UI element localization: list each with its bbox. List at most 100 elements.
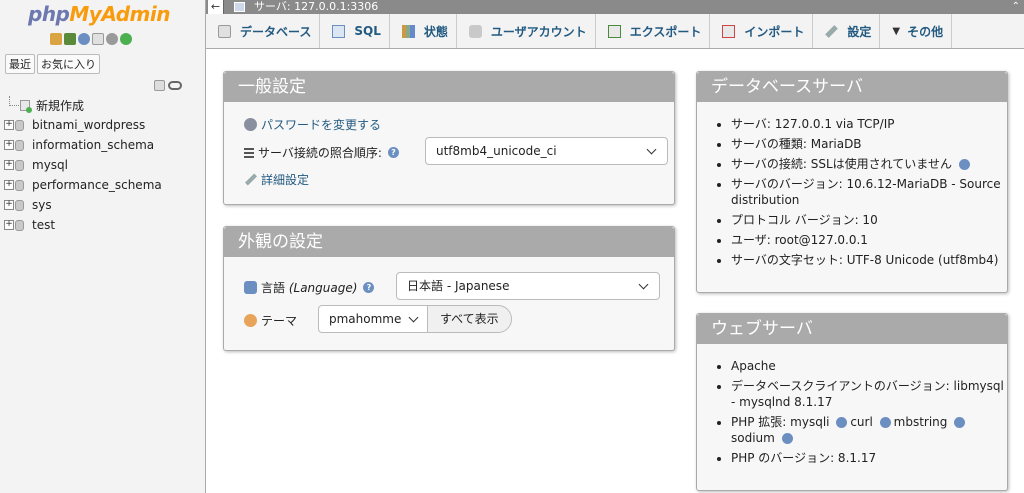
theme-select[interactable]: pmahomme	[318, 305, 428, 333]
language-label: 言語 (Language)	[261, 281, 358, 295]
status-icon	[401, 24, 415, 38]
help-icon[interactable]	[958, 159, 970, 170]
collation-label: サーバ接続の照合順序:	[258, 146, 382, 160]
expand-icon[interactable]: +	[4, 160, 14, 170]
database-icon	[15, 199, 24, 211]
wrench-icon	[825, 24, 839, 38]
tab-settings[interactable]: 設定	[813, 14, 881, 48]
list-item: PHP 拡張: mysqli curl mbstring sodium	[731, 414, 1007, 446]
help-icon[interactable]: ?	[387, 147, 399, 158]
tree-item-label: performance_schema	[32, 178, 162, 192]
tree-item-db[interactable]: + performance_schema	[4, 175, 204, 195]
tab-sql[interactable]: SQL	[320, 14, 390, 48]
database-icon	[15, 219, 24, 231]
expand-icon[interactable]: +	[4, 200, 14, 210]
back-arrow-icon[interactable]: ←	[208, 0, 224, 14]
server-info-list: サーバ: 127.0.0.1 via TCP/IP サーバの種類: MariaD…	[731, 116, 1007, 272]
tree-item-new[interactable]: 新規作成	[4, 95, 204, 115]
tab-import[interactable]: インポート	[710, 14, 814, 48]
tree-item-label: bitnami_wordpress	[32, 118, 146, 132]
appearance-settings-panel: 外観の設定 言語 (Language) ? 日本語 - Japanese テーマ…	[223, 226, 675, 351]
panel-title: データベースサーバ	[697, 72, 1007, 102]
home-icon[interactable]	[50, 33, 62, 45]
expand-icon[interactable]: +	[4, 220, 14, 230]
server-icon	[234, 2, 245, 12]
collapse-all-icon[interactable]	[154, 80, 165, 91]
tab-databases[interactable]: データベース	[206, 14, 321, 48]
chevron-down-icon: ▼	[892, 25, 901, 37]
list-item: サーバの接続: SSLは使用されていません	[731, 156, 1007, 172]
tree-item-db[interactable]: + information_schema	[4, 135, 204, 155]
list-icon	[244, 147, 254, 158]
tree-item-db[interactable]: + test	[4, 215, 204, 235]
tab-user-accounts[interactable]: ユーザアカウント	[457, 14, 596, 48]
list-item: Apache	[731, 358, 1007, 374]
phpmyadmin-logo[interactable]: phpMyAdmin	[28, 2, 170, 26]
help-icon[interactable]	[781, 433, 793, 444]
help-icon[interactable]	[954, 417, 966, 428]
help-icon[interactable]: ?	[363, 282, 375, 293]
sql-icon	[332, 24, 346, 38]
breadcrumb-bar: ← サーバ: 127.0.0.1:3306 ⌃	[206, 0, 1024, 14]
theme-label: テーマ	[261, 314, 298, 328]
web-server-panel: ウェブサーバ Apache データベースクライアントのバージョン: libmys…	[696, 313, 1008, 491]
help-icon[interactable]	[879, 417, 891, 428]
tree-item-db[interactable]: + mysql	[4, 155, 204, 175]
tree-item-label: test	[32, 218, 56, 232]
panel-title: ウェブサーバ	[697, 314, 1007, 344]
database-tree: 新規作成 + bitnami_wordpress + information_s…	[4, 95, 204, 235]
list-item: サーバの文字セット: UTF-8 Unicode (utf8mb4)	[731, 252, 1007, 268]
database-icon	[15, 179, 24, 191]
new-db-icon	[20, 99, 32, 113]
database-icon	[15, 119, 24, 131]
panel-title: 一般設定	[224, 72, 674, 102]
tree-item-db[interactable]: + sys	[4, 195, 204, 215]
chevron-down-icon	[646, 144, 657, 155]
database-icon	[15, 139, 24, 151]
show-all-themes-button[interactable]: すべて表示	[427, 305, 512, 333]
import-icon	[722, 24, 736, 38]
more-settings-link[interactable]: 詳細設定	[261, 171, 309, 188]
collation-select[interactable]: utf8mb4_unicode_ci	[425, 137, 668, 165]
expand-icon[interactable]: +	[4, 140, 14, 150]
expand-icon[interactable]: +	[4, 120, 14, 130]
reload-icon[interactable]	[120, 33, 132, 45]
export-icon	[607, 24, 621, 38]
main-menu: データベース SQL 状態 ユーザアカウント エクスポート インポート 設定 ▼…	[206, 14, 1024, 49]
change-password-link[interactable]: パスワードを変更する	[261, 116, 381, 133]
list-item: サーバのバージョン: 10.6.12-MariaDB - Source dist…	[731, 176, 1007, 208]
logout-icon[interactable]	[64, 33, 76, 45]
breadcrumb-server[interactable]: サーバ: 127.0.0.1:3306	[254, 0, 378, 14]
favorites-tab[interactable]: お気に入り	[37, 54, 100, 74]
language-select[interactable]: 日本語 - Japanese	[396, 272, 660, 300]
users-icon	[468, 24, 482, 38]
help-icon[interactable]	[836, 417, 848, 428]
list-item: プロトコル バージョン: 10	[731, 212, 1007, 228]
link-icon[interactable]	[168, 81, 182, 90]
list-item: ユーザ: root@127.0.0.1	[731, 232, 1007, 248]
general-settings-panel: 一般設定 パスワードを変更する サーバ接続の照合順序: ? utf8mb4_un…	[223, 71, 675, 205]
chevron-down-icon	[408, 312, 419, 323]
tree-line	[9, 96, 19, 106]
tab-more[interactable]: ▼ その他	[880, 14, 953, 48]
tree-item-db[interactable]: + bitnami_wordpress	[4, 115, 204, 135]
recent-tab[interactable]: 最近	[5, 54, 35, 74]
docs-icon[interactable]	[92, 33, 104, 45]
tab-status[interactable]: 状態	[390, 14, 457, 48]
help-icon[interactable]	[78, 33, 90, 45]
database-icon	[15, 159, 24, 171]
panel-title: 外観の設定	[224, 227, 674, 257]
expand-icon[interactable]: +	[4, 180, 14, 190]
tree-item-label: sys	[32, 198, 52, 212]
database-icon	[218, 24, 231, 38]
language-icon	[244, 281, 257, 294]
collapse-icon[interactable]: ⌃	[1012, 0, 1020, 14]
tab-export[interactable]: エクスポート	[596, 14, 711, 48]
gear-icon[interactable]	[106, 33, 118, 45]
list-item: データベースクライアントのバージョン: libmysql - mysqlnd 8…	[731, 378, 1007, 410]
tree-item-label: 新規作成	[36, 98, 85, 113]
wrench-icon	[244, 173, 258, 186]
tree-item-label: information_schema	[32, 138, 155, 152]
nav-icon-bar	[50, 33, 132, 45]
navigation-panel: phpMyAdmin 最近 お気に入り 新規作成 + bitnami_wordp…	[0, 0, 206, 493]
